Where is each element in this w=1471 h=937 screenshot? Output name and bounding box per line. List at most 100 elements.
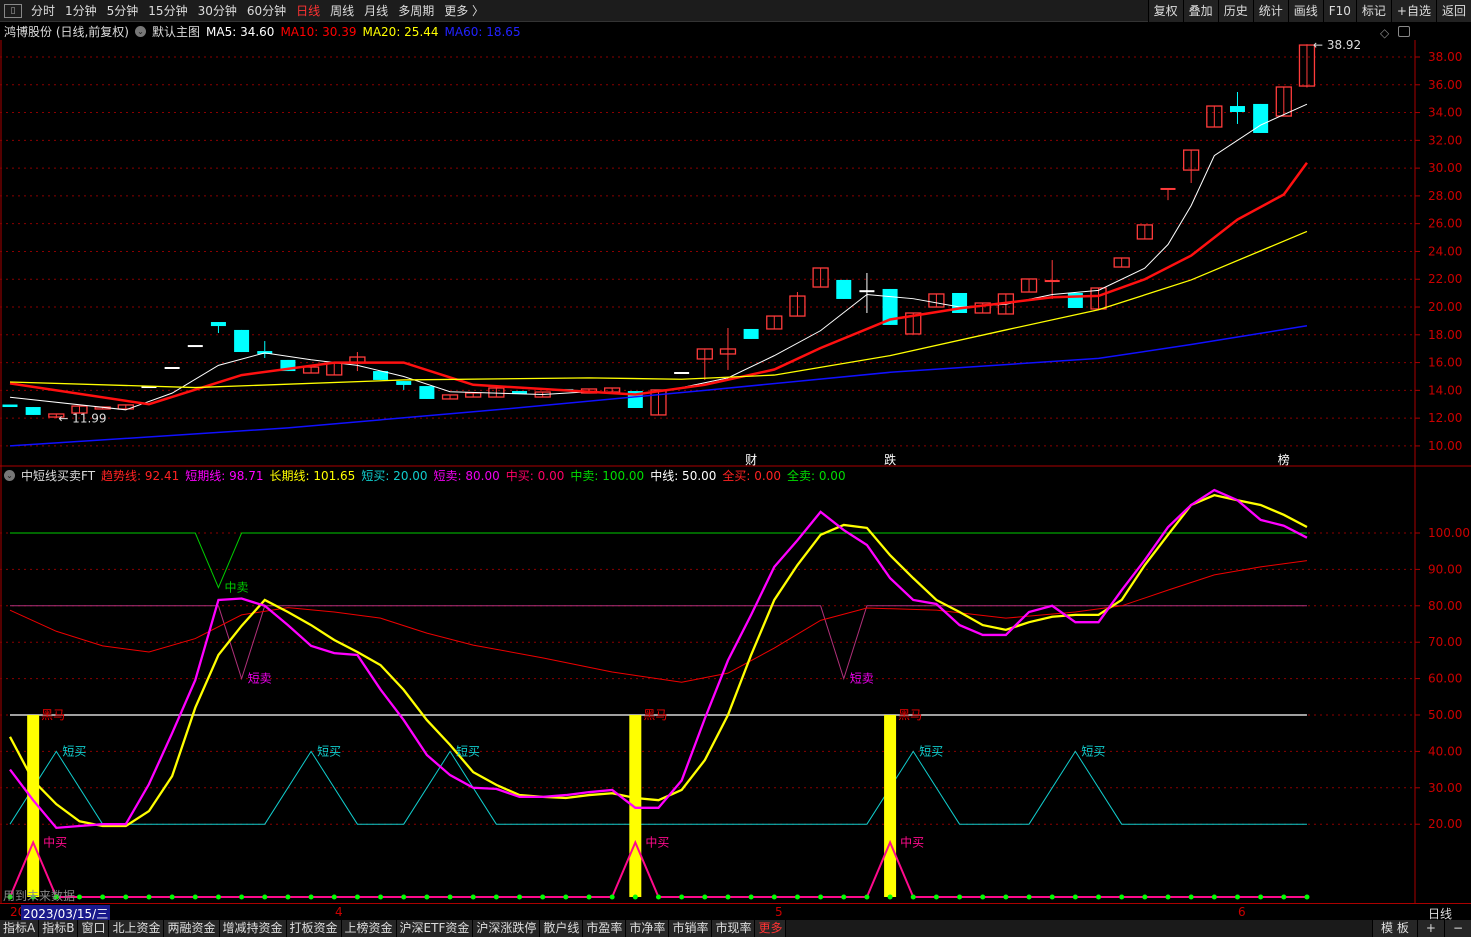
menu-icon[interactable]: ▯ xyxy=(4,3,22,18)
indicator-tab-9[interactable]: 沪深涨跌停 xyxy=(473,920,541,937)
indicator-tab-6[interactable]: 打板资金 xyxy=(286,920,342,937)
month-5: 5 xyxy=(775,905,783,919)
all-signal-dot xyxy=(192,894,198,900)
price-tick-label: 34.00 xyxy=(1428,106,1462,120)
indicator-tab-1[interactable]: 指标B xyxy=(39,920,79,937)
period-tab-5[interactable]: 60分钟 xyxy=(242,2,291,19)
ma20-line xyxy=(9,230,1308,389)
indicator-tab-3[interactable]: 北上资金 xyxy=(109,920,165,937)
diamond-icon[interactable]: ◇ xyxy=(1380,26,1389,40)
right-button-2[interactable]: − xyxy=(1443,920,1471,937)
period-tab-0[interactable]: 分时 xyxy=(26,2,60,19)
all-signal-dot xyxy=(725,894,731,900)
indicator-tick-label: 100.00 xyxy=(1428,526,1470,540)
mid-buy-label: 中买 xyxy=(645,834,669,849)
low-price-label: ← 11.99 xyxy=(58,411,106,425)
chart-area[interactable]: 38.00 36.00 34.00 32.00 30.00 28.00 26.00 24.00… xyxy=(0,40,1471,903)
month-4: 4 xyxy=(335,905,343,919)
template-name[interactable]: 默认主图 xyxy=(152,23,200,40)
indicator-tab-7[interactable]: 上榜资金 xyxy=(341,920,397,937)
candle-down xyxy=(396,381,412,385)
all-signal-dot xyxy=(632,894,638,900)
indicator-tab-15[interactable]: 更多 xyxy=(755,920,787,937)
all-signal-dot xyxy=(146,894,152,900)
event-marker: 财 xyxy=(745,453,757,467)
price-tick-label: 12.00 xyxy=(1428,411,1462,425)
all-signal-dot xyxy=(1142,894,1148,900)
indicator-tab-14[interactable]: 市现率 xyxy=(712,920,756,937)
period-tab-8[interactable]: 月线 xyxy=(359,2,393,19)
tool-button-3[interactable]: 统计 xyxy=(1252,0,1288,22)
candle-flat xyxy=(164,366,180,369)
all-signal-dot xyxy=(933,894,939,900)
indicator-tick-label: 70.00 xyxy=(1428,635,1462,649)
tool-button-6[interactable]: 标记 xyxy=(1355,0,1391,22)
all-signal-dot xyxy=(771,894,777,900)
right-button-0[interactable]: 模 板 xyxy=(1372,920,1417,937)
tool-button-5[interactable]: F10 xyxy=(1322,0,1356,22)
price-tick-label: 16.00 xyxy=(1428,356,1462,370)
indicator-tab-12[interactable]: 市净率 xyxy=(626,920,670,937)
panel-toggle-icon[interactable] xyxy=(1398,26,1410,37)
tool-button-8[interactable]: 返回 xyxy=(1435,0,1471,22)
period-tab-10[interactable]: 更多 〉 xyxy=(439,2,489,19)
long-line xyxy=(8,493,1308,828)
candle-down xyxy=(234,329,250,353)
right-button-1[interactable]: + xyxy=(1416,920,1444,937)
tool-button-0[interactable]: 复权 xyxy=(1147,0,1183,22)
all-signal-dot xyxy=(748,894,754,900)
tool-button-1[interactable]: 叠加 xyxy=(1182,0,1218,22)
indicator-tab-4[interactable]: 两融资金 xyxy=(164,920,220,937)
tool-button-2[interactable]: 历史 xyxy=(1217,0,1253,22)
all-signal-dot xyxy=(470,894,476,900)
template-dropdown-icon[interactable]: ⌄ xyxy=(135,26,146,37)
period-tab-6[interactable]: 日线 xyxy=(291,2,325,19)
tool-button-7[interactable]: +自选 xyxy=(1390,0,1436,22)
price-tick-label: 32.00 xyxy=(1428,133,1462,147)
indicator-tick-label: 80.00 xyxy=(1428,599,1462,613)
all-signal-dot xyxy=(100,894,106,900)
indicator-tick-label: 20.00 xyxy=(1428,817,1462,831)
indicator-tab-10[interactable]: 散户线 xyxy=(540,920,584,937)
candle-down xyxy=(836,279,852,299)
high-price-label: ← 38.92 xyxy=(1313,40,1361,52)
indicator-tab-5[interactable]: 增减持资金 xyxy=(219,920,287,937)
indicator-tab-8[interactable]: 沪深ETF资金 xyxy=(396,920,474,937)
price-tick-label: 18.00 xyxy=(1428,328,1462,342)
all-signal-dot xyxy=(1188,894,1194,900)
price-tick-label: 14.00 xyxy=(1428,383,1462,397)
indicator-tab-0[interactable]: 指标A xyxy=(0,920,40,937)
price-tick-label: 24.00 xyxy=(1428,244,1462,258)
short-buy-label: 短买 xyxy=(317,744,341,758)
right-buttons: 模 板 + − xyxy=(1372,920,1471,937)
indicator-tab-2[interactable]: 窗口 xyxy=(78,920,110,937)
period-tabs: 分时 1分钟 5分钟 15分钟 30分钟 60分钟 日线 周线 月线 多周期 更多 〉 xyxy=(26,2,489,19)
short-line xyxy=(9,488,1308,830)
period-tab-4[interactable]: 30分钟 xyxy=(193,2,242,19)
all-signal-dot xyxy=(354,894,360,900)
indicator-tab-13[interactable]: 市销率 xyxy=(669,920,713,937)
all-signal-dot xyxy=(563,894,569,900)
ma5-value: MA5: 34.60 xyxy=(206,24,275,39)
mid-sell-line xyxy=(10,532,1307,589)
indicator-tab-11[interactable]: 市盈率 xyxy=(583,920,627,937)
period-tab-7[interactable]: 周线 xyxy=(325,2,359,19)
period-tab-9[interactable]: 多周期 xyxy=(393,2,439,19)
tool-button-4[interactable]: 画线 xyxy=(1287,0,1323,22)
main-chart-header: 鸿博股份 (日线,前复权) ⌄ 默认主图 MA5: 34.60 MA10: 30… xyxy=(4,23,521,40)
period-toolbar: ▯ 分时 1分钟 5分钟 15分钟 30分钟 60分钟 日线 周线 月线 多周期 更多 〉 复权 叠加… xyxy=(0,0,1471,22)
mid-buy-label: 中买 xyxy=(43,834,67,849)
ma5-line xyxy=(9,103,1308,411)
candle-flat xyxy=(1044,280,1060,283)
period-tab-3[interactable]: 15分钟 xyxy=(143,2,192,19)
period-tab-1[interactable]: 1分钟 xyxy=(60,2,102,19)
all-signal-dot xyxy=(331,894,337,900)
candle-down xyxy=(25,407,41,415)
all-signal-dot xyxy=(1003,894,1009,900)
event-marker: 榜 xyxy=(1278,452,1290,467)
period-tab-2[interactable]: 5分钟 xyxy=(102,2,144,19)
ma60-value: MA60: 18.65 xyxy=(444,24,521,39)
candle-down xyxy=(210,322,226,327)
all-signal-dot xyxy=(1304,894,1310,900)
all-signal-dot xyxy=(447,894,453,900)
